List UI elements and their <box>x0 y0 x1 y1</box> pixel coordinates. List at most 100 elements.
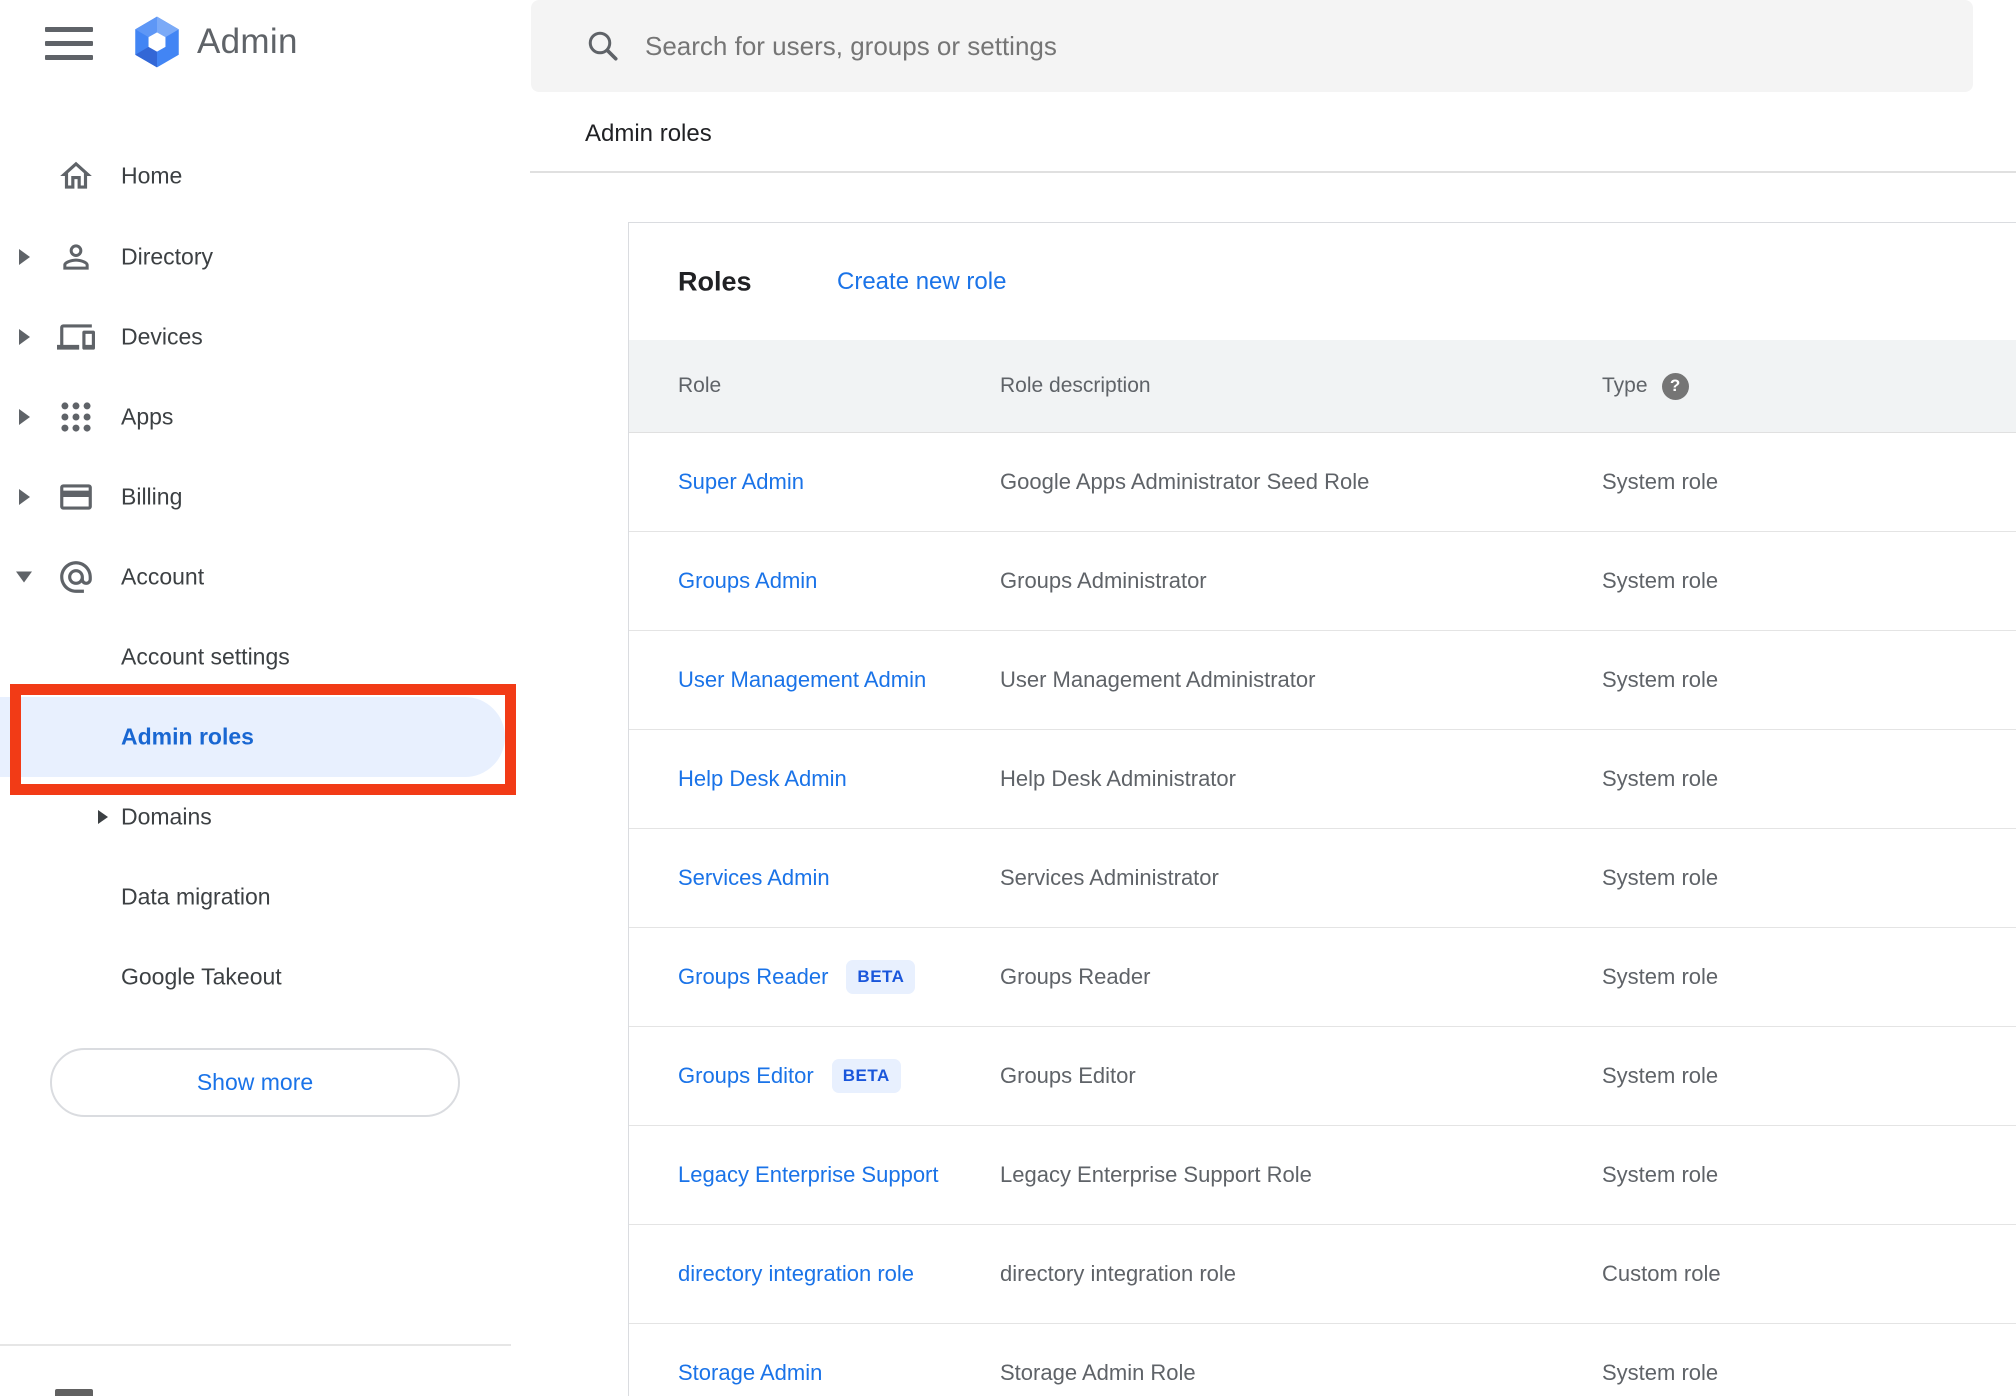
sidebar-item-label: Home <box>121 162 183 189</box>
role-type: System role <box>1602 469 1719 494</box>
role-link[interactable]: Super Admin <box>678 469 804 495</box>
role-link[interactable]: Groups Admin <box>678 568 817 594</box>
column-header-description: Role description <box>1000 374 1151 397</box>
role-description: Storage Admin Role <box>1000 1360 1196 1385</box>
role-type: System role <box>1602 865 1719 890</box>
expand-arrow-icon[interactable] <box>98 810 108 824</box>
role-type: System role <box>1602 1360 1719 1385</box>
role-cell: Storage Admin <box>629 1360 1000 1386</box>
table-row: User Management Admin User Management Ad… <box>629 631 2016 730</box>
role-link[interactable]: Groups Reader <box>678 964 828 990</box>
column-header-role: Role <box>678 374 722 397</box>
sidebar-item-label: Domains <box>121 803 212 830</box>
beta-badge: BETA <box>846 960 916 994</box>
header-divider <box>530 171 2016 173</box>
card-title: Roles <box>678 266 752 296</box>
table-row: Help Desk Admin Help Desk Administrator … <box>629 730 2016 829</box>
help-icon[interactable]: ? <box>1661 372 1689 400</box>
sidebar-item-data-migration[interactable]: Data migration <box>0 857 530 937</box>
expand-arrow-icon[interactable] <box>19 409 30 425</box>
role-description: Help Desk Administrator <box>1000 766 1236 791</box>
table-row: Groups Reader BETA Groups Reader System … <box>629 928 2016 1027</box>
role-type: System role <box>1602 766 1719 791</box>
role-type: System role <box>1602 568 1719 593</box>
table-row: Super Admin Google Apps Administrator Se… <box>629 433 2016 532</box>
sidebar-item-directory[interactable]: Directory <box>0 217 530 297</box>
sidebar-item-label: Devices <box>121 323 203 350</box>
sidebar-item-label: Data migration <box>121 883 271 910</box>
column-header-type-label: Type <box>1602 374 1648 397</box>
table-header-row: Role Role description Type ? <box>629 340 2016 433</box>
table-row: Services Admin Services Administrator Sy… <box>629 829 2016 928</box>
role-type: System role <box>1602 964 1719 989</box>
sidebar-item-label: Account <box>121 563 205 590</box>
expand-arrow-icon[interactable] <box>19 249 30 265</box>
role-link[interactable]: directory integration role <box>678 1261 914 1287</box>
role-link[interactable]: User Management Admin <box>678 667 926 693</box>
roles-card-header: Roles Create new role <box>629 223 2016 340</box>
sidebar-item-label: Google Takeout <box>121 963 282 990</box>
roles-table-body: Super Admin Google Apps Administrator Se… <box>629 433 2016 1396</box>
sidebar: Admin Home Directory Devices Apps Billin… <box>0 0 530 1396</box>
sidebar-item-account[interactable]: Account <box>0 537 530 617</box>
role-description: directory integration role <box>1000 1261 1237 1286</box>
apps-grid-icon <box>57 398 95 436</box>
role-cell: User Management Admin <box>629 667 1000 693</box>
search-input[interactable] <box>645 30 1943 62</box>
role-link[interactable]: Groups Editor <box>678 1063 814 1089</box>
role-type: System role <box>1602 1162 1719 1187</box>
sidebar-item-label: Admin roles <box>121 723 254 750</box>
sidebar-item-label: Account settings <box>121 643 290 670</box>
expand-arrow-icon[interactable] <box>19 489 30 505</box>
role-link[interactable]: Help Desk Admin <box>678 766 847 792</box>
role-description: Groups Editor <box>1000 1063 1136 1088</box>
clipped-bottom-icon <box>55 1389 93 1396</box>
role-cell: directory integration role <box>629 1261 1000 1287</box>
home-icon <box>57 157 95 195</box>
beta-badge: BETA <box>831 1059 901 1093</box>
sidebar-item-domains[interactable]: Domains <box>0 777 530 857</box>
table-row: Legacy Enterprise Support Legacy Enterpr… <box>629 1126 2016 1225</box>
search-bar[interactable] <box>531 0 1973 92</box>
role-cell: Groups Editor BETA <box>629 1059 1000 1093</box>
role-type: System role <box>1602 667 1719 692</box>
table-row: Storage Admin Storage Admin Role System … <box>629 1324 2016 1396</box>
role-description: Legacy Enterprise Support Role <box>1000 1162 1312 1187</box>
role-link[interactable]: Storage Admin <box>678 1360 822 1386</box>
expand-arrow-icon[interactable] <box>19 329 30 345</box>
devices-icon <box>57 318 95 356</box>
search-icon <box>585 28 621 64</box>
role-cell: Super Admin <box>629 469 1000 495</box>
role-description: Services Administrator <box>1000 865 1219 890</box>
breadcrumb: Admin roles <box>585 120 712 147</box>
admin-logo-icon <box>128 13 186 71</box>
collapse-arrow-icon[interactable] <box>16 571 32 583</box>
create-new-role-link[interactable]: Create new role <box>837 268 1006 296</box>
roles-card: Roles Create new role Role Role descript… <box>628 222 2016 1396</box>
table-row: Groups Admin Groups Administrator System… <box>629 532 2016 631</box>
role-link[interactable]: Services Admin <box>678 865 830 891</box>
role-cell: Groups Reader BETA <box>629 960 1000 994</box>
menu-icon[interactable] <box>45 27 93 61</box>
sidebar-item-label: Billing <box>121 483 183 510</box>
show-more-button[interactable]: Show more <box>50 1048 460 1117</box>
sidebar-item-admin-roles[interactable]: Admin roles <box>0 697 505 777</box>
sidebar-item-devices[interactable]: Devices <box>0 297 530 377</box>
person-icon <box>57 238 95 276</box>
role-cell: Services Admin <box>629 865 1000 891</box>
sidebar-divider <box>0 1344 511 1346</box>
role-link[interactable]: Legacy Enterprise Support <box>678 1162 939 1188</box>
sidebar-item-billing[interactable]: Billing <box>0 457 530 537</box>
sidebar-item-apps[interactable]: Apps <box>0 377 530 457</box>
table-row: Groups Editor BETA Groups Editor System … <box>629 1027 2016 1126</box>
sidebar-item-google-takeout[interactable]: Google Takeout <box>0 937 530 1017</box>
role-cell: Help Desk Admin <box>629 766 1000 792</box>
role-cell: Legacy Enterprise Support <box>629 1162 1000 1188</box>
role-description: Groups Administrator <box>1000 568 1207 593</box>
role-description: Groups Reader <box>1000 964 1151 989</box>
admin-console-screen: { "brand": { "name": "Admin" }, "search"… <box>0 0 2016 1396</box>
sidebar-item-home[interactable]: Home <box>0 136 530 216</box>
sidebar-item-account-settings[interactable]: Account settings <box>0 617 530 697</box>
credit-card-icon <box>57 478 95 516</box>
role-type: Custom role <box>1602 1261 1721 1286</box>
